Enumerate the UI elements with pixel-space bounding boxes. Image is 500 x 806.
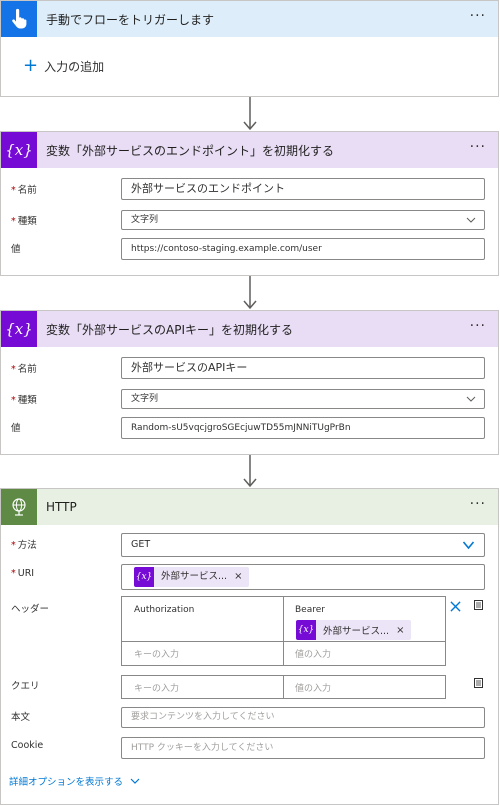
remove-token-icon[interactable]: × <box>396 625 411 636</box>
show-advanced-options-link[interactable]: 詳細オプションを表示する <box>9 774 140 788</box>
http-title: HTTP <box>46 500 77 514</box>
var2-header[interactable]: {x} 変数「外部サービスのAPIキー」を初期化する ··· <box>1 311 498 347</box>
var2-name-row: * 名前 外部サービスのAPIキー <box>1 357 498 379</box>
http-uri-label: * URI <box>11 568 35 579</box>
chevron-down-icon <box>462 541 475 550</box>
header-key-input[interactable]: Authorization <box>121 596 284 642</box>
trigger-card: 手動でフローをトリガーします ··· + 入力の追加 <box>0 0 499 97</box>
chevron-down-icon <box>466 396 476 402</box>
var2-title: 変数「外部サービスのAPIキー」を初期化する <box>46 322 293 337</box>
header-value-input[interactable]: Bearer {x} 外部サービス... × <box>283 596 446 642</box>
var1-name-input[interactable]: 外部サービスのエンドポイント <box>121 178 485 200</box>
switch-mode-icon[interactable] <box>472 677 484 689</box>
var2-more-button[interactable]: ··· <box>470 316 486 336</box>
connector-arrow <box>243 97 257 131</box>
variable-icon: {x} <box>1 132 37 168</box>
initialize-variable-apikey-card: {x} 変数「外部サービスのAPIキー」を初期化する ··· * 名前 外部サービ… <box>0 310 499 455</box>
http-uri-input[interactable]: {x} 外部サービス... × <box>121 564 485 590</box>
http-method-label: * 方法 <box>11 540 37 551</box>
variable-icon: {x} <box>296 620 316 640</box>
connector-arrow <box>243 276 257 310</box>
var2-name-input[interactable]: 外部サービスのAPIキー <box>121 357 485 379</box>
http-more-button[interactable]: ··· <box>470 494 486 514</box>
token-label: 外部サービス... <box>323 626 390 637</box>
http-method-dropdown[interactable]: GET <box>121 533 485 557</box>
trigger-more-button[interactable]: ··· <box>470 6 486 26</box>
var2-type-row: * 種類 文字列 <box>1 389 498 409</box>
var1-title: 変数「外部サービスのエンドポイント」を初期化する <box>46 143 335 158</box>
query-value-input[interactable]: 値の入力 <box>283 675 446 699</box>
http-cookie-label: Cookie <box>11 740 44 751</box>
header-dynamic-token[interactable]: {x} 外部サービス... × <box>296 620 412 640</box>
remove-token-icon[interactable]: × <box>234 567 249 587</box>
var1-value-row: 値 https://contoso-staging.example.com/us… <box>1 238 498 260</box>
var1-header[interactable]: {x} 変数「外部サービスのエンドポイント」を初期化する ··· <box>1 132 498 168</box>
var1-name-label: * 名前 <box>11 185 37 196</box>
var2-value-label: 値 <box>11 423 21 434</box>
header-key-input-empty[interactable]: キーの入力 <box>121 641 284 666</box>
var1-type-dropdown[interactable]: 文字列 <box>121 210 485 230</box>
http-header[interactable]: HTTP ··· <box>1 489 498 525</box>
query-key-input[interactable]: キーの入力 <box>121 675 284 699</box>
connector-arrow <box>243 455 257 488</box>
uri-dynamic-token[interactable]: {x} 外部サービス... × <box>134 567 250 587</box>
http-method-row: * 方法 GET <box>1 533 498 557</box>
var2-name-label: * 名前 <box>11 364 37 375</box>
var1-more-button[interactable]: ··· <box>470 137 486 157</box>
var2-value-input[interactable]: Random-sU5vqcjgroSGEcjuwTD55mJNNiTUgPrBn <box>121 417 485 439</box>
variable-icon: {x} <box>134 567 154 587</box>
var2-value-row: 値 Random-sU5vqcjgroSGEcjuwTD55mJNNiTUgPr… <box>1 417 498 439</box>
var1-value-input[interactable]: https://contoso-staging.example.com/user <box>121 238 485 260</box>
var1-value-label: 値 <box>11 244 21 255</box>
chevron-down-icon <box>466 217 476 223</box>
http-cookie-input[interactable]: HTTP クッキーを入力してください <box>121 737 485 759</box>
var1-name-row: * 名前 外部サービスのエンドポイント <box>1 178 498 200</box>
add-input-button[interactable]: + 入力の追加 <box>23 57 104 75</box>
header-value-input-empty[interactable]: 値の入力 <box>283 641 446 666</box>
var1-type-row: * 種類 文字列 <box>1 210 498 230</box>
http-body-input[interactable]: 要求コンテンツを入力してください <box>121 707 485 728</box>
http-body-label: 本文 <box>11 712 31 723</box>
http-query-label: クエリ <box>11 681 40 692</box>
initialize-variable-endpoint-card: {x} 変数「外部サービスのエンドポイント」を初期化する ··· * 名前 外部サ… <box>0 131 499 276</box>
add-input-label: 入力の追加 <box>44 59 105 74</box>
touch-icon <box>1 1 37 37</box>
trigger-title: 手動でフローをトリガーします <box>46 12 215 27</box>
globe-icon <box>1 489 37 525</box>
http-action-card: HTTP ··· * 方法 GET * URI {x} 外部サービス... × ヘッ… <box>0 488 499 805</box>
http-cookie-row: Cookie HTTP クッキーを入力してください <box>1 737 498 759</box>
close-icon[interactable] <box>450 601 461 612</box>
var2-type-dropdown[interactable]: 文字列 <box>121 389 485 409</box>
chevron-down-icon <box>130 778 140 784</box>
trigger-header[interactable]: 手動でフローをトリガーします ··· <box>1 1 498 37</box>
http-body-row: 本文 要求コンテンツを入力してください <box>1 707 498 729</box>
plus-icon: + <box>23 55 39 76</box>
switch-mode-icon[interactable] <box>472 599 484 611</box>
http-headers-label: ヘッダー <box>11 604 50 615</box>
http-uri-row: * URI {x} 外部サービス... × <box>1 564 498 590</box>
variable-icon: {x} <box>1 311 37 347</box>
var2-type-label: * 種類 <box>11 395 37 406</box>
token-label: 外部サービス... <box>161 571 228 582</box>
var1-type-label: * 種類 <box>11 216 37 227</box>
